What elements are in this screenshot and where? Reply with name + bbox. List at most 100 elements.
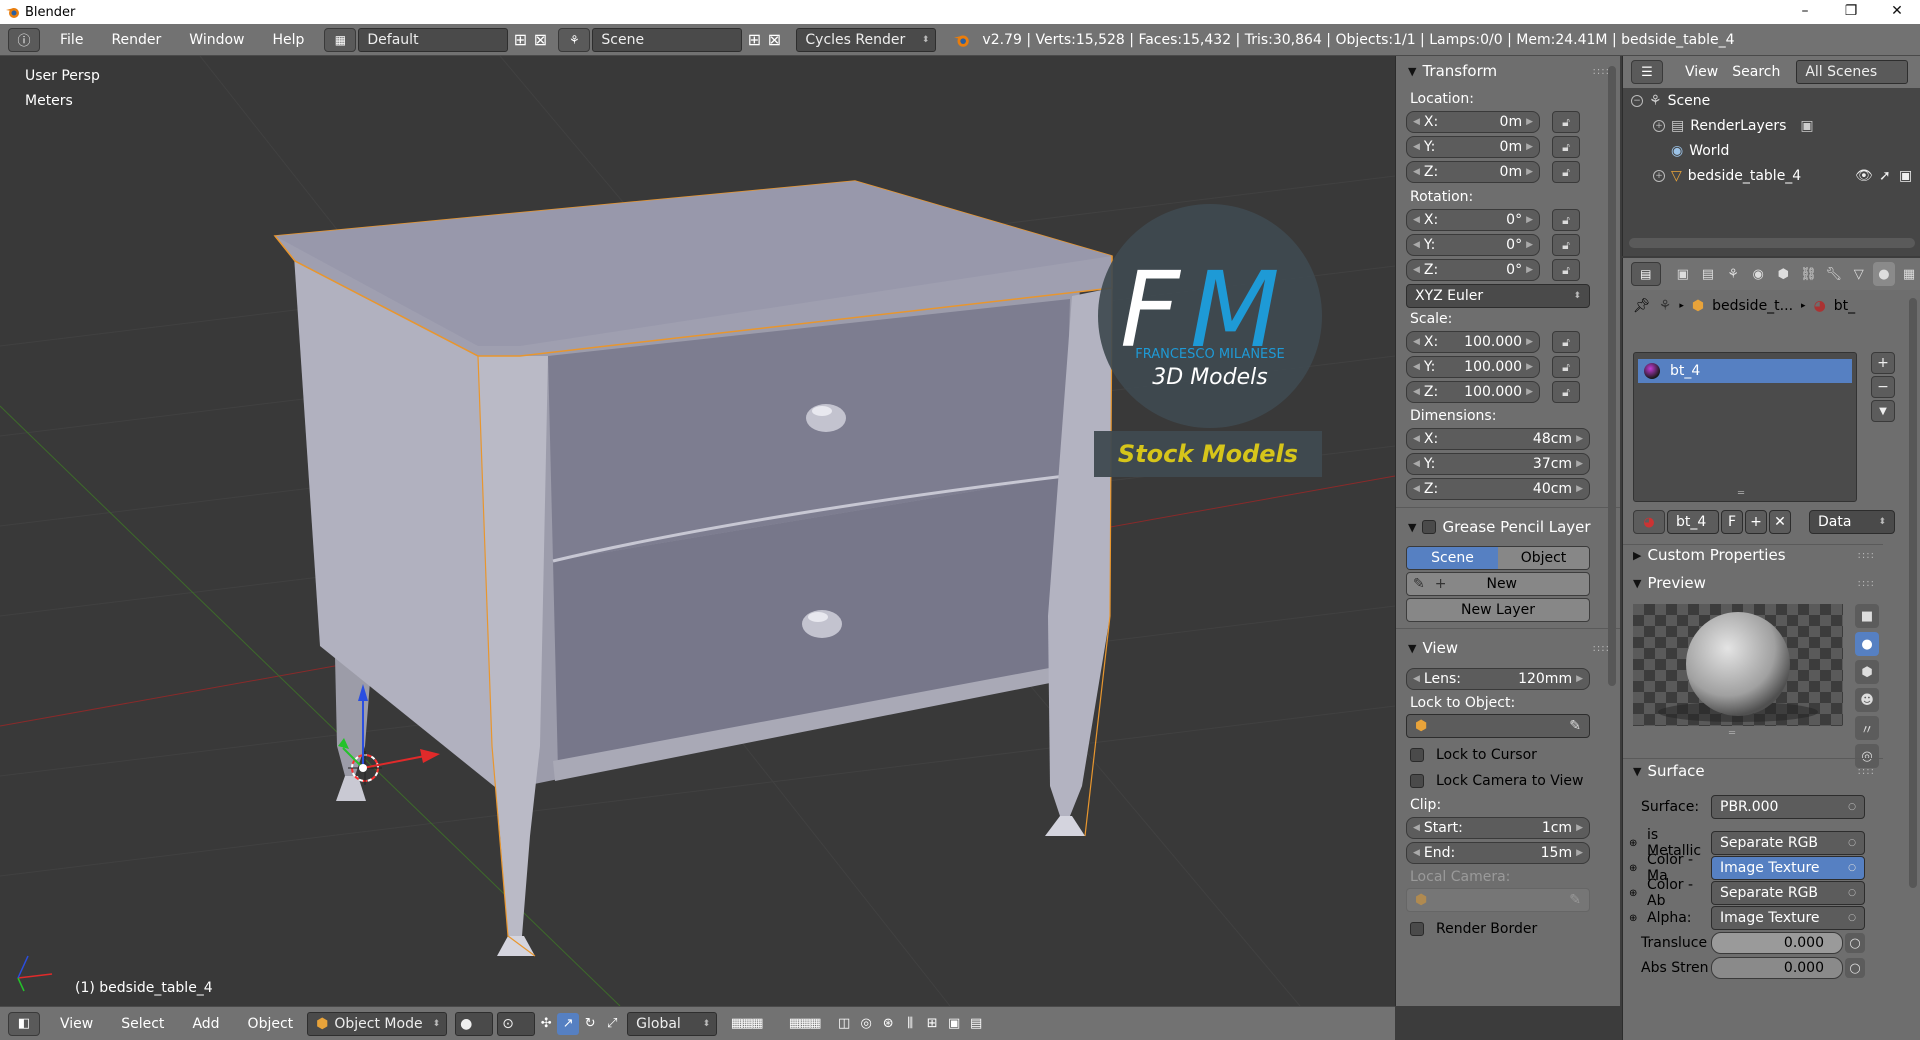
pivot-point-dropdown[interactable]: ⊙ (497, 1011, 536, 1036)
lock-scale-x-button[interactable]: 🔓︎ (1552, 331, 1580, 353)
selectability-arrow-icon[interactable]: ➚ (1879, 168, 1891, 184)
viewport-menu-add[interactable]: Add (178, 1016, 233, 1032)
increment-arrow-icon[interactable]: ▶ (1576, 674, 1583, 684)
scale-manipulator-icon[interactable]: ⤢ (601, 1013, 623, 1035)
preview-panel-header[interactable]: ▼ Preview :::: (1623, 570, 1885, 596)
alpha-link-dropdown[interactable]: Image Texture ○ (1711, 906, 1865, 930)
resize-handle-icon[interactable]: ═ (1729, 728, 1735, 739)
drag-grip-icon[interactable]: :::: (1858, 550, 1875, 561)
drag-grip-icon[interactable]: :::: (1858, 578, 1875, 589)
tab-constraints-icon[interactable]: ⛓ (1797, 262, 1819, 286)
3d-viewport[interactable]: F M FRANCESCO MILANESE 3D Models Stock M… (0, 56, 1395, 1006)
outliner-item-world[interactable]: ◉ World (1623, 138, 1920, 163)
abs-strength-slider[interactable]: 0.000 (1711, 957, 1843, 979)
material-slot-list[interactable]: bt_4 ═ (1633, 352, 1857, 502)
preview-hair-icon[interactable]: 〃 (1855, 716, 1879, 740)
increment-arrow-icon[interactable]: ▶ (1576, 459, 1583, 469)
lock-location-x-button[interactable]: 🔓︎ (1552, 111, 1580, 133)
color-ab-link-dropdown[interactable]: Separate RGB ○ (1711, 881, 1865, 905)
tab-render-layers-icon[interactable]: ▤ (1697, 262, 1719, 286)
transform-panel-header[interactable]: ▼ Transform :::: (1396, 58, 1620, 84)
grease-pencil-enable-checkbox[interactable] (1422, 520, 1437, 534)
unlink-material-button[interactable]: ✕ (1769, 510, 1791, 534)
lock-rotation-z-button[interactable]: 🔓︎ (1552, 259, 1580, 281)
tab-world-icon[interactable]: ◉ (1747, 262, 1769, 286)
snap-target-icon[interactable]: ⊞ (921, 1013, 943, 1035)
tab-texture-icon[interactable]: ▦ (1898, 262, 1920, 286)
dimensions-z-field[interactable]: ◀ Z: 40cm ▶ (1406, 478, 1590, 500)
render-engine-dropdown[interactable]: Cycles Render ⬍ (796, 27, 937, 52)
rotation-z-field[interactable]: ◀ Z: 0° ▶ (1406, 259, 1540, 281)
fake-user-toggle[interactable]: F (1721, 510, 1743, 534)
preview-plane-icon[interactable]: ■ (1855, 604, 1879, 628)
outliner-hscrollbar[interactable] (1629, 238, 1915, 248)
lock-to-cursor-option[interactable]: Lock to Cursor (1396, 742, 1620, 768)
render-camera-icon[interactable]: ▣ (1899, 168, 1912, 184)
visibility-eye-icon[interactable]: 👁︎ (1855, 168, 1873, 184)
add-material-slot-button[interactable]: + (1871, 352, 1895, 374)
outliner-item-scene[interactable]: − ⚘ Scene (1623, 88, 1920, 113)
clip-end-field[interactable]: ◀ End: 15m ▶ (1406, 842, 1590, 864)
increment-arrow-icon[interactable]: ▶ (1526, 362, 1533, 372)
decrement-arrow-icon[interactable]: ◀ (1413, 484, 1420, 494)
scene-field[interactable]: Scene (592, 27, 743, 52)
increment-arrow-icon[interactable]: ▶ (1526, 167, 1533, 177)
editor-type-info-button[interactable]: ⓘ (8, 27, 40, 52)
browse-material-button[interactable]: ◕ (1633, 510, 1665, 534)
viewport-editor-type-button[interactable]: ◧ (8, 1011, 40, 1036)
clip-start-field[interactable]: ◀ Start: 1cm ▶ (1406, 817, 1590, 839)
preview-monkey-icon[interactable]: ☻ (1855, 688, 1879, 712)
increment-arrow-icon[interactable]: ▶ (1576, 848, 1583, 858)
menu-render[interactable]: Render (97, 32, 175, 48)
lock-rotation-x-button[interactable]: 🔓︎ (1552, 209, 1580, 231)
tab-object[interactable]: Object (1498, 547, 1589, 569)
preview-cube-icon[interactable]: ⬢ (1855, 660, 1879, 684)
tab-data-icon[interactable]: ▽ (1848, 262, 1870, 286)
menu-help[interactable]: Help (258, 32, 318, 48)
lock-camera-to-view-option[interactable]: Lock Camera to View (1396, 768, 1620, 794)
expand-input-icon[interactable]: ⊕ (1629, 913, 1641, 924)
tab-render-icon[interactable]: ▣ (1672, 262, 1694, 286)
outliner-display-mode-dropdown[interactable]: All Scenes (1796, 60, 1909, 84)
screen-layout-selector[interactable]: ▦ (324, 27, 357, 52)
location-y-field[interactable]: ◀ Y: 0m ▶ (1406, 136, 1540, 158)
manipulator-toggle-icon[interactable]: ✣ (535, 1013, 557, 1035)
translate-manipulator-icon[interactable]: ↗ (557, 1012, 580, 1035)
link-mode-dropdown[interactable]: Data ⬍ (1809, 510, 1895, 534)
location-x-field[interactable]: ◀ X: 0m ▶ (1406, 111, 1540, 133)
viewport-scene[interactable]: F M FRANCESCO MILANESE 3D Models Stock M… (0, 56, 1395, 1006)
lock-layers-icon[interactable]: ◫ (833, 1013, 855, 1035)
expand-toggle-icon[interactable]: + (1653, 119, 1665, 132)
interaction-mode-dropdown[interactable]: ⬢ Object Mode ⬍ (307, 1011, 448, 1036)
node-socket-icon[interactable]: ○ (1845, 958, 1865, 978)
expand-input-icon[interactable]: ⊕ (1629, 838, 1641, 849)
increment-arrow-icon[interactable]: ▶ (1526, 265, 1533, 275)
eyedropper-icon[interactable]: ✎ (1569, 718, 1581, 734)
increment-arrow-icon[interactable]: ▶ (1576, 823, 1583, 833)
bedside-table-model[interactable] (273, 180, 1113, 957)
decrement-arrow-icon[interactable]: ◀ (1413, 434, 1420, 444)
surface-panel-header[interactable]: ▼ Surface :::: (1623, 758, 1885, 784)
delete-screen-icon[interactable]: ⊠ (530, 30, 550, 50)
render-border-checkbox[interactable] (1410, 922, 1424, 936)
increment-arrow-icon[interactable]: ▶ (1526, 117, 1533, 127)
outliner-menu-view[interactable]: View (1671, 64, 1732, 80)
delete-scene-icon[interactable]: ⊠ (764, 30, 784, 50)
location-z-field[interactable]: ◀ Z: 0m ▶ (1406, 161, 1540, 183)
dimensions-x-field[interactable]: ◀ X: 48cm ▶ (1406, 428, 1590, 450)
lock-camera-to-view-checkbox[interactable] (1410, 774, 1424, 788)
expand-toggle-icon[interactable]: + (1653, 169, 1665, 182)
decrement-arrow-icon[interactable]: ◀ (1413, 459, 1420, 469)
increment-arrow-icon[interactable]: ▶ (1526, 337, 1533, 347)
surface-shader-dropdown[interactable]: PBR.000 ○ (1711, 795, 1865, 819)
screen-layout-field[interactable]: Default (358, 27, 509, 52)
material-specials-button[interactable]: ▼ (1871, 400, 1895, 422)
material-name-field[interactable]: bt_4 (1667, 510, 1719, 534)
snap-toggle-icon[interactable]: ⊛ (877, 1013, 899, 1035)
properties-editor-type-button[interactable]: ▤ (1631, 262, 1661, 286)
transform-orientation-dropdown[interactable]: Global ⬍ (627, 1011, 718, 1036)
lens-field[interactable]: ◀ Lens: 120mm ▶ (1406, 668, 1590, 690)
new-material-button[interactable]: + (1745, 510, 1767, 534)
node-socket-icon[interactable]: ○ (1845, 933, 1865, 953)
new-grease-pencil-button[interactable]: ✎ + New (1406, 572, 1590, 596)
